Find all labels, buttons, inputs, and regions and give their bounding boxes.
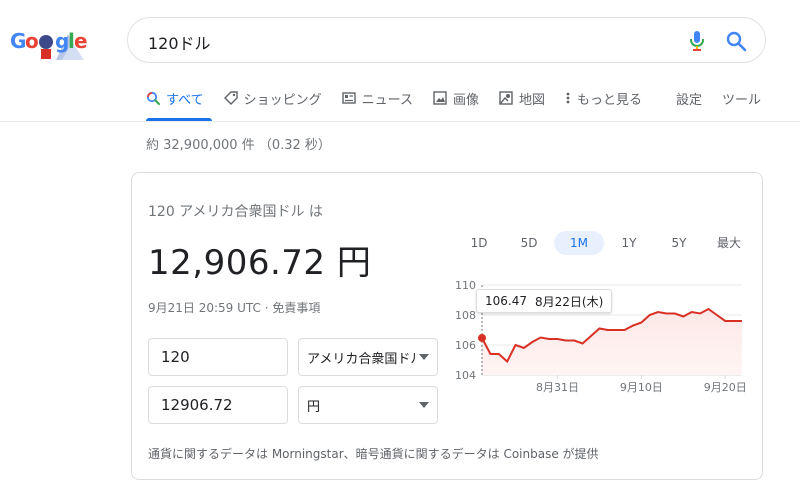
converter-result: 12,906.72 円 — [148, 243, 372, 283]
more-vert-icon — [566, 92, 570, 104]
search-icon[interactable] — [725, 30, 747, 52]
tab-label: 画像 — [452, 92, 479, 108]
microphone-icon[interactable] — [687, 30, 707, 52]
to-currency-select[interactable]: 円 — [298, 386, 438, 424]
converter-timestamp[interactable]: 9月21日 20:59 UTC · 免責事項 — [148, 299, 320, 316]
svg-text:G: G — [10, 29, 26, 53]
tab-maps[interactable]: 地図 — [499, 88, 545, 108]
chevron-down-icon — [419, 354, 429, 360]
data-source-note: 通貨に関するデータは Morningstar、暗号通貨に関するデータは Coin… — [148, 447, 599, 461]
google-doodle-logo[interactable]: G o g l e — [8, 20, 88, 66]
range-selector: 1D 5D 1M 1Y 5Y 最大 — [454, 231, 754, 255]
svg-text:o: o — [25, 29, 39, 53]
from-amount-input[interactable]: 120 — [148, 338, 288, 376]
currency-converter-card: 120 アメリカ合衆国ドル は 12,906.72 円 9月21日 20:59 … — [131, 172, 763, 480]
range-1m[interactable]: 1M — [554, 231, 604, 255]
search-tabs: すべて ショッピング ニュース 画像 地図 もっと見る 設定 ツール — [146, 88, 781, 118]
tab-images[interactable]: 画像 — [433, 88, 479, 108]
converter-from-label: 120 アメリカ合衆国ドル は — [148, 204, 323, 220]
range-max[interactable]: 最大 — [704, 231, 754, 255]
hover-point — [478, 333, 486, 342]
y-tick-label: 108 — [455, 309, 476, 322]
tab-shopping[interactable]: ショッピング — [223, 88, 322, 108]
tab-news[interactable]: ニュース — [341, 88, 413, 108]
result-stats: 約 32,900,000 件 （0.32 秒） — [146, 138, 331, 153]
search-icon — [146, 91, 160, 105]
search-box[interactable]: 120ドル — [127, 17, 766, 63]
to-amount-input[interactable]: 12906.72 — [148, 386, 288, 424]
tab-label: すべて — [166, 92, 204, 108]
y-tick-label: 104 — [455, 369, 476, 382]
y-tick-label: 110 — [455, 279, 476, 292]
series-area — [482, 309, 742, 375]
chevron-down-icon — [419, 402, 429, 408]
y-tick-label: 106 — [455, 339, 476, 352]
tooltip-date: 8月22日(木) — [535, 294, 604, 309]
from-currency-select[interactable]: アメリカ合衆国ドル — [298, 338, 438, 376]
x-tick-label: 9月10日 — [620, 381, 663, 394]
tab-label: もっと見る — [576, 92, 642, 108]
range-1d[interactable]: 1D — [454, 231, 504, 255]
to-currency-value: 円 — [307, 399, 321, 415]
tab-more[interactable]: もっと見る — [565, 88, 642, 108]
x-tick-label: 8月31日 — [536, 381, 579, 394]
header-divider — [0, 121, 800, 122]
tab-label: ショッピング — [243, 92, 322, 108]
tab-label: ニュース — [361, 92, 413, 108]
tab-settings[interactable]: 設定 — [676, 88, 702, 108]
news-icon — [341, 92, 356, 104]
range-5d[interactable]: 5D — [504, 231, 554, 255]
tab-label: ツール — [722, 92, 762, 108]
search-input[interactable]: 120ドル — [148, 30, 211, 54]
tab-tools[interactable]: ツール — [722, 88, 761, 108]
map-icon — [499, 91, 513, 105]
range-5y[interactable]: 5Y — [654, 231, 704, 255]
range-1y[interactable]: 1Y — [604, 231, 654, 255]
tab-label: 設定 — [676, 92, 703, 108]
x-tick-label: 9月20日 — [704, 381, 747, 394]
tab-all[interactable]: すべて — [146, 88, 204, 108]
image-icon — [433, 91, 447, 105]
tag-icon — [223, 91, 238, 105]
tooltip-value: 106.47 — [485, 294, 527, 308]
svg-text:e: e — [74, 29, 88, 53]
from-currency-value: アメリカ合衆国ドル — [307, 351, 417, 367]
chart-tooltip: 106.47 8月22日(木) — [476, 289, 613, 313]
tab-label: 地図 — [518, 92, 545, 108]
